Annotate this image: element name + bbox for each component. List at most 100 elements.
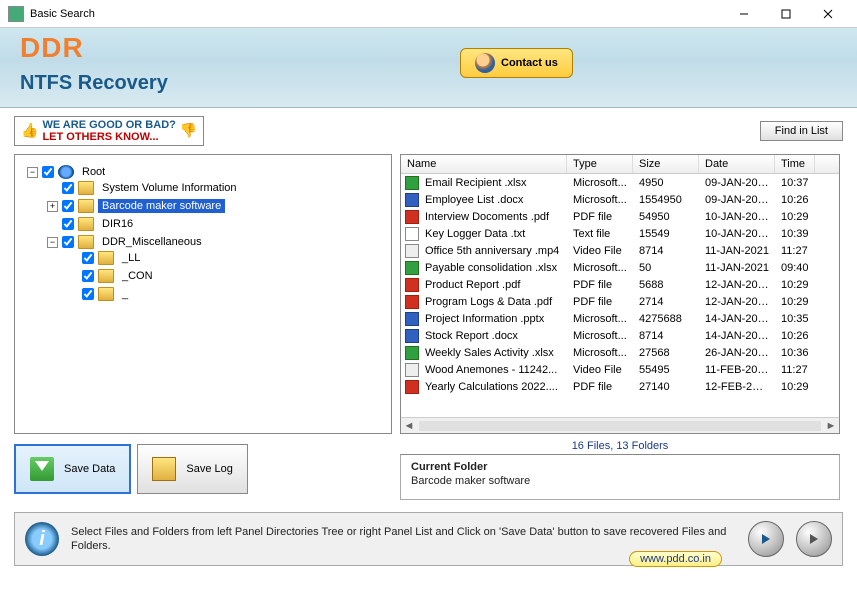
file-row[interactable]: Product Report .pdf PDF file 5688 12-JAN… bbox=[401, 276, 839, 293]
file-row[interactable]: Office 5th anniversary .mp4 Video File 8… bbox=[401, 242, 839, 259]
scroll-track[interactable] bbox=[419, 421, 821, 431]
file-row[interactable]: Employee List .docx Microsoft... 1554950… bbox=[401, 191, 839, 208]
contact-us-button[interactable]: Contact us bbox=[460, 48, 573, 78]
file-time: 09:40 bbox=[775, 262, 815, 274]
maximize-button[interactable] bbox=[765, 0, 807, 28]
col-name[interactable]: Name bbox=[401, 155, 567, 173]
col-time[interactable]: Time bbox=[775, 155, 815, 173]
website-badge[interactable]: www.pdd.co.in bbox=[629, 551, 722, 567]
file-date: 12-FEB-2022 bbox=[699, 381, 775, 393]
tree-checkbox[interactable] bbox=[62, 218, 74, 230]
col-type[interactable]: Type bbox=[567, 155, 633, 173]
file-count-status: 16 Files, 13 Folders bbox=[400, 438, 840, 454]
file-type-icon bbox=[405, 261, 419, 275]
col-size[interactable]: Size bbox=[633, 155, 699, 173]
file-type: PDF file bbox=[567, 296, 633, 308]
action-button-row: Save Data Save Log bbox=[14, 438, 392, 500]
file-name: Project Information .pptx bbox=[419, 313, 567, 325]
close-button[interactable] bbox=[807, 0, 849, 28]
save-data-button[interactable]: Save Data bbox=[14, 444, 131, 494]
file-row[interactable]: Interview Docoments .pdf PDF file 54950 … bbox=[401, 208, 839, 225]
folder-icon bbox=[78, 235, 94, 249]
file-size: 15549 bbox=[633, 228, 699, 240]
file-date: 11-FEB-2021 bbox=[699, 364, 775, 376]
file-row[interactable]: Payable consolidation .xlsx Microsoft...… bbox=[401, 259, 839, 276]
tree-toggle[interactable] bbox=[47, 183, 58, 194]
file-size: 8714 bbox=[633, 330, 699, 342]
file-row[interactable]: Program Logs & Data .pdf PDF file 2714 1… bbox=[401, 293, 839, 310]
file-type: Text file bbox=[567, 228, 633, 240]
file-row[interactable]: Email Recipient .xlsx Microsoft... 4950 … bbox=[401, 174, 839, 191]
tree-item-label[interactable]: Barcode maker software bbox=[98, 199, 225, 213]
feedback-badge[interactable]: 👍 WE ARE GOOD OR BAD? LET OTHERS KNOW...… bbox=[14, 116, 204, 146]
file-type-icon bbox=[405, 312, 419, 326]
file-time: 11:27 bbox=[775, 364, 815, 376]
file-date: 10-JAN-2020 bbox=[699, 228, 775, 240]
file-list-panel: Name Type Size Date Time Email Recipient… bbox=[400, 154, 840, 434]
save-log-button[interactable]: Save Log bbox=[137, 444, 247, 494]
tree-checkbox[interactable] bbox=[42, 166, 54, 178]
main-area: − Root System Volume Information + Barco… bbox=[0, 150, 857, 434]
file-type: PDF file bbox=[567, 381, 633, 393]
tree-item-label[interactable]: DIR16 bbox=[98, 217, 137, 231]
tree-item-label[interactable]: DDR_Miscellaneous bbox=[98, 235, 206, 249]
tree-checkbox[interactable] bbox=[62, 200, 74, 212]
folder-icon bbox=[98, 287, 114, 301]
file-row[interactable]: Stock Report .docx Microsoft... 8714 14-… bbox=[401, 327, 839, 344]
file-type-icon bbox=[405, 193, 419, 207]
file-name: Employee List .docx bbox=[419, 194, 567, 206]
footer-bar: i Select Files and Folders from left Pan… bbox=[14, 512, 843, 566]
file-name: Email Recipient .xlsx bbox=[419, 177, 567, 189]
file-row[interactable]: Weekly Sales Activity .xlsx Microsoft...… bbox=[401, 344, 839, 361]
file-size: 4950 bbox=[633, 177, 699, 189]
file-size: 54950 bbox=[633, 211, 699, 223]
file-size: 27140 bbox=[633, 381, 699, 393]
file-list-body[interactable]: Email Recipient .xlsx Microsoft... 4950 … bbox=[401, 174, 839, 417]
file-type-icon bbox=[405, 176, 419, 190]
thumbs-down-icon: 👎 bbox=[180, 123, 197, 138]
file-time: 11:27 bbox=[775, 245, 815, 257]
file-date: 10-JAN-2020 bbox=[699, 211, 775, 223]
tree-item-label[interactable]: _CON bbox=[118, 269, 157, 283]
tree-root-label[interactable]: Root bbox=[78, 165, 109, 179]
tree-checkbox[interactable] bbox=[62, 182, 74, 194]
tree-item-label[interactable]: System Volume Information bbox=[98, 181, 241, 195]
horizontal-scrollbar[interactable]: ◄ ► bbox=[401, 417, 839, 433]
tree-toggle[interactable] bbox=[47, 219, 58, 230]
file-type-icon bbox=[405, 210, 419, 224]
tree-toggle[interactable]: + bbox=[47, 201, 58, 212]
tree-checkbox[interactable] bbox=[82, 270, 94, 282]
tree-item-label[interactable]: _ bbox=[118, 287, 132, 301]
nav-forward-button[interactable] bbox=[796, 521, 832, 557]
folder-tree-panel[interactable]: − Root System Volume Information + Barco… bbox=[14, 154, 392, 434]
file-type-icon bbox=[405, 278, 419, 292]
nav-back-button[interactable] bbox=[748, 521, 784, 557]
tagline-row: 👍 WE ARE GOOD OR BAD? LET OTHERS KNOW...… bbox=[0, 108, 857, 150]
file-date: 11-JAN-2021 bbox=[699, 262, 775, 274]
tree-checkbox[interactable] bbox=[62, 236, 74, 248]
below-row: Save Data Save Log 16 Files, 13 Folders … bbox=[0, 434, 857, 500]
tree-item-label[interactable]: _LL bbox=[118, 251, 144, 265]
tree-toggle[interactable]: − bbox=[27, 167, 38, 178]
file-type: Microsoft... bbox=[567, 177, 633, 189]
find-in-list-button[interactable]: Find in List bbox=[760, 121, 843, 141]
minimize-button[interactable] bbox=[723, 0, 765, 28]
scroll-left-icon[interactable]: ◄ bbox=[401, 420, 417, 432]
tree-toggle[interactable]: − bbox=[47, 237, 58, 248]
file-type-icon bbox=[405, 227, 419, 241]
file-type-icon bbox=[405, 346, 419, 360]
file-row[interactable]: Project Information .pptx Microsoft... 4… bbox=[401, 310, 839, 327]
save-log-label: Save Log bbox=[186, 463, 232, 475]
file-row[interactable]: Wood Anemones - 11242... Video File 5549… bbox=[401, 361, 839, 378]
tree-checkbox[interactable] bbox=[82, 288, 94, 300]
scroll-right-icon[interactable]: ► bbox=[823, 420, 839, 432]
tree-checkbox[interactable] bbox=[82, 252, 94, 264]
file-type: PDF file bbox=[567, 211, 633, 223]
col-date[interactable]: Date bbox=[699, 155, 775, 173]
header-banner: DDR NTFS Recovery Contact us bbox=[0, 28, 857, 108]
file-size: 2714 bbox=[633, 296, 699, 308]
file-date: 26-JAN-2021 bbox=[699, 347, 775, 359]
file-row[interactable]: Key Logger Data .txt Text file 15549 10-… bbox=[401, 225, 839, 242]
file-row[interactable]: Yearly Calculations 2022.... PDF file 27… bbox=[401, 378, 839, 395]
file-type: Microsoft... bbox=[567, 194, 633, 206]
